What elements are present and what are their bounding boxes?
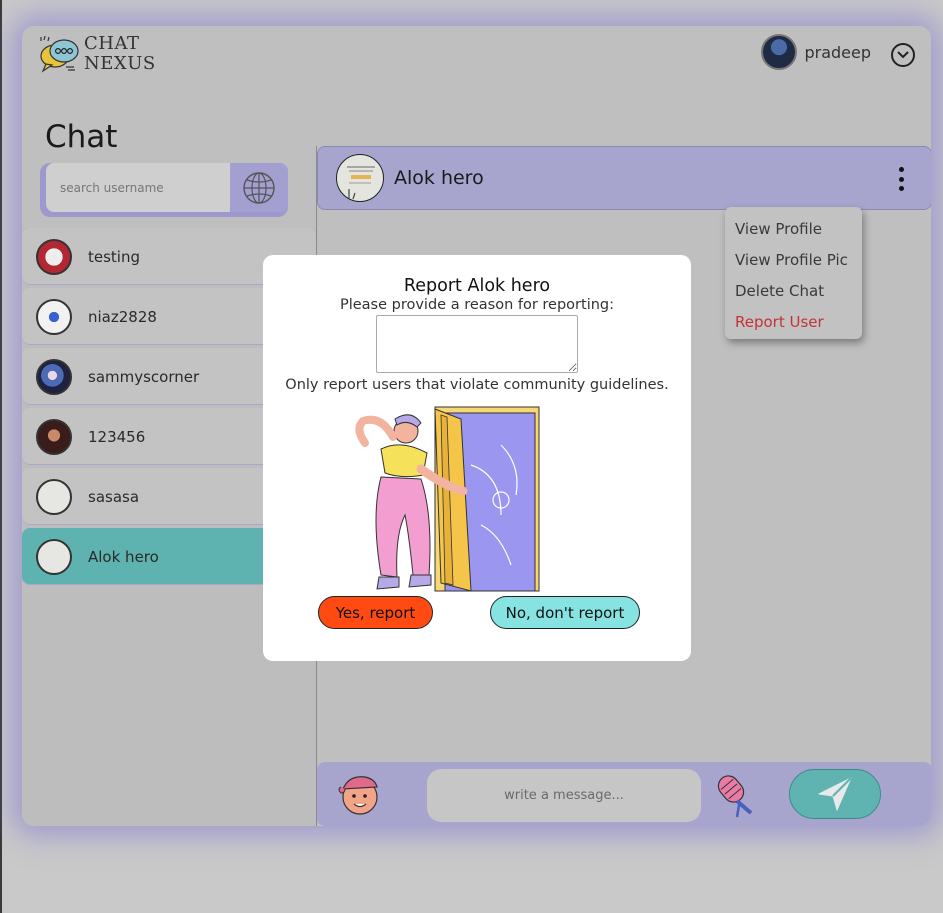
cancel-report-button[interactable]: No, don't report <box>490 596 640 629</box>
paper-plane-icon <box>818 777 852 811</box>
message-input[interactable] <box>427 769 701 822</box>
report-modal: Report Alok hero Please provide a reason… <box>263 255 691 661</box>
more-options-icon[interactable] <box>897 167 905 191</box>
chat-name: niaz2828 <box>88 307 157 326</box>
menu-report-user[interactable]: Report User <box>725 310 862 341</box>
door-illustration <box>351 405 541 595</box>
send-button[interactable] <box>789 769 881 819</box>
text-image-avatar <box>36 538 72 575</box>
globe-icon <box>243 171 275 204</box>
chevron-down-icon[interactable] <box>891 43 915 67</box>
text-image-avatar <box>36 478 72 515</box>
menu-view-profile[interactable]: View Profile <box>725 217 862 248</box>
user-menu: pradeep <box>761 34 915 70</box>
contact-name: Alok hero <box>394 167 484 189</box>
contact-avatar[interactable] <box>336 154 384 202</box>
microphone-icon[interactable] <box>711 769 761 819</box>
search-input[interactable] <box>46 163 230 212</box>
modal-title: Report Alok hero <box>403 276 551 296</box>
username-label[interactable]: pradeep <box>804 43 871 62</box>
context-menu: View Profile View Profile Pic Delete Cha… <box>725 207 862 339</box>
menu-view-profile-pic[interactable]: View Profile Pic <box>725 248 862 279</box>
logo-line1: CHAT <box>84 33 140 54</box>
chat-name: sammyscorner <box>88 367 200 386</box>
chat-name: testing <box>88 247 141 266</box>
chat-bubbles-icon <box>38 34 80 74</box>
die-glocke-avatar <box>36 238 72 275</box>
confirm-report-button[interactable]: Yes, report <box>318 596 433 629</box>
portrait-avatar <box>36 418 72 455</box>
app-logo[interactable]: CHAT NEXUS <box>38 34 156 74</box>
emoji-face-icon[interactable] <box>335 771 383 817</box>
message-composer <box>317 762 931 826</box>
chat-name: sasasa <box>88 487 140 506</box>
chat-header: Alok hero <box>317 146 931 210</box>
menu-delete-chat[interactable]: Delete Chat <box>725 279 862 310</box>
logo-line2: NEXUS <box>84 53 156 74</box>
user-avatar[interactable] <box>761 34 798 70</box>
chat-name: Alok hero <box>88 547 159 566</box>
search-button[interactable] <box>230 163 288 212</box>
chat-name: 123456 <box>88 427 146 446</box>
focus-logo-avatar <box>36 298 72 335</box>
search-bar <box>40 163 288 217</box>
modal-note: Only report users that violate community… <box>285 377 669 393</box>
report-reason-textarea[interactable] <box>376 315 578 373</box>
page-title: Chat <box>45 119 118 155</box>
modal-prompt: Please provide a reason for reporting: <box>339 297 615 313</box>
anime-avatar <box>36 358 72 395</box>
logo-text: CHAT NEXUS <box>84 34 156 74</box>
